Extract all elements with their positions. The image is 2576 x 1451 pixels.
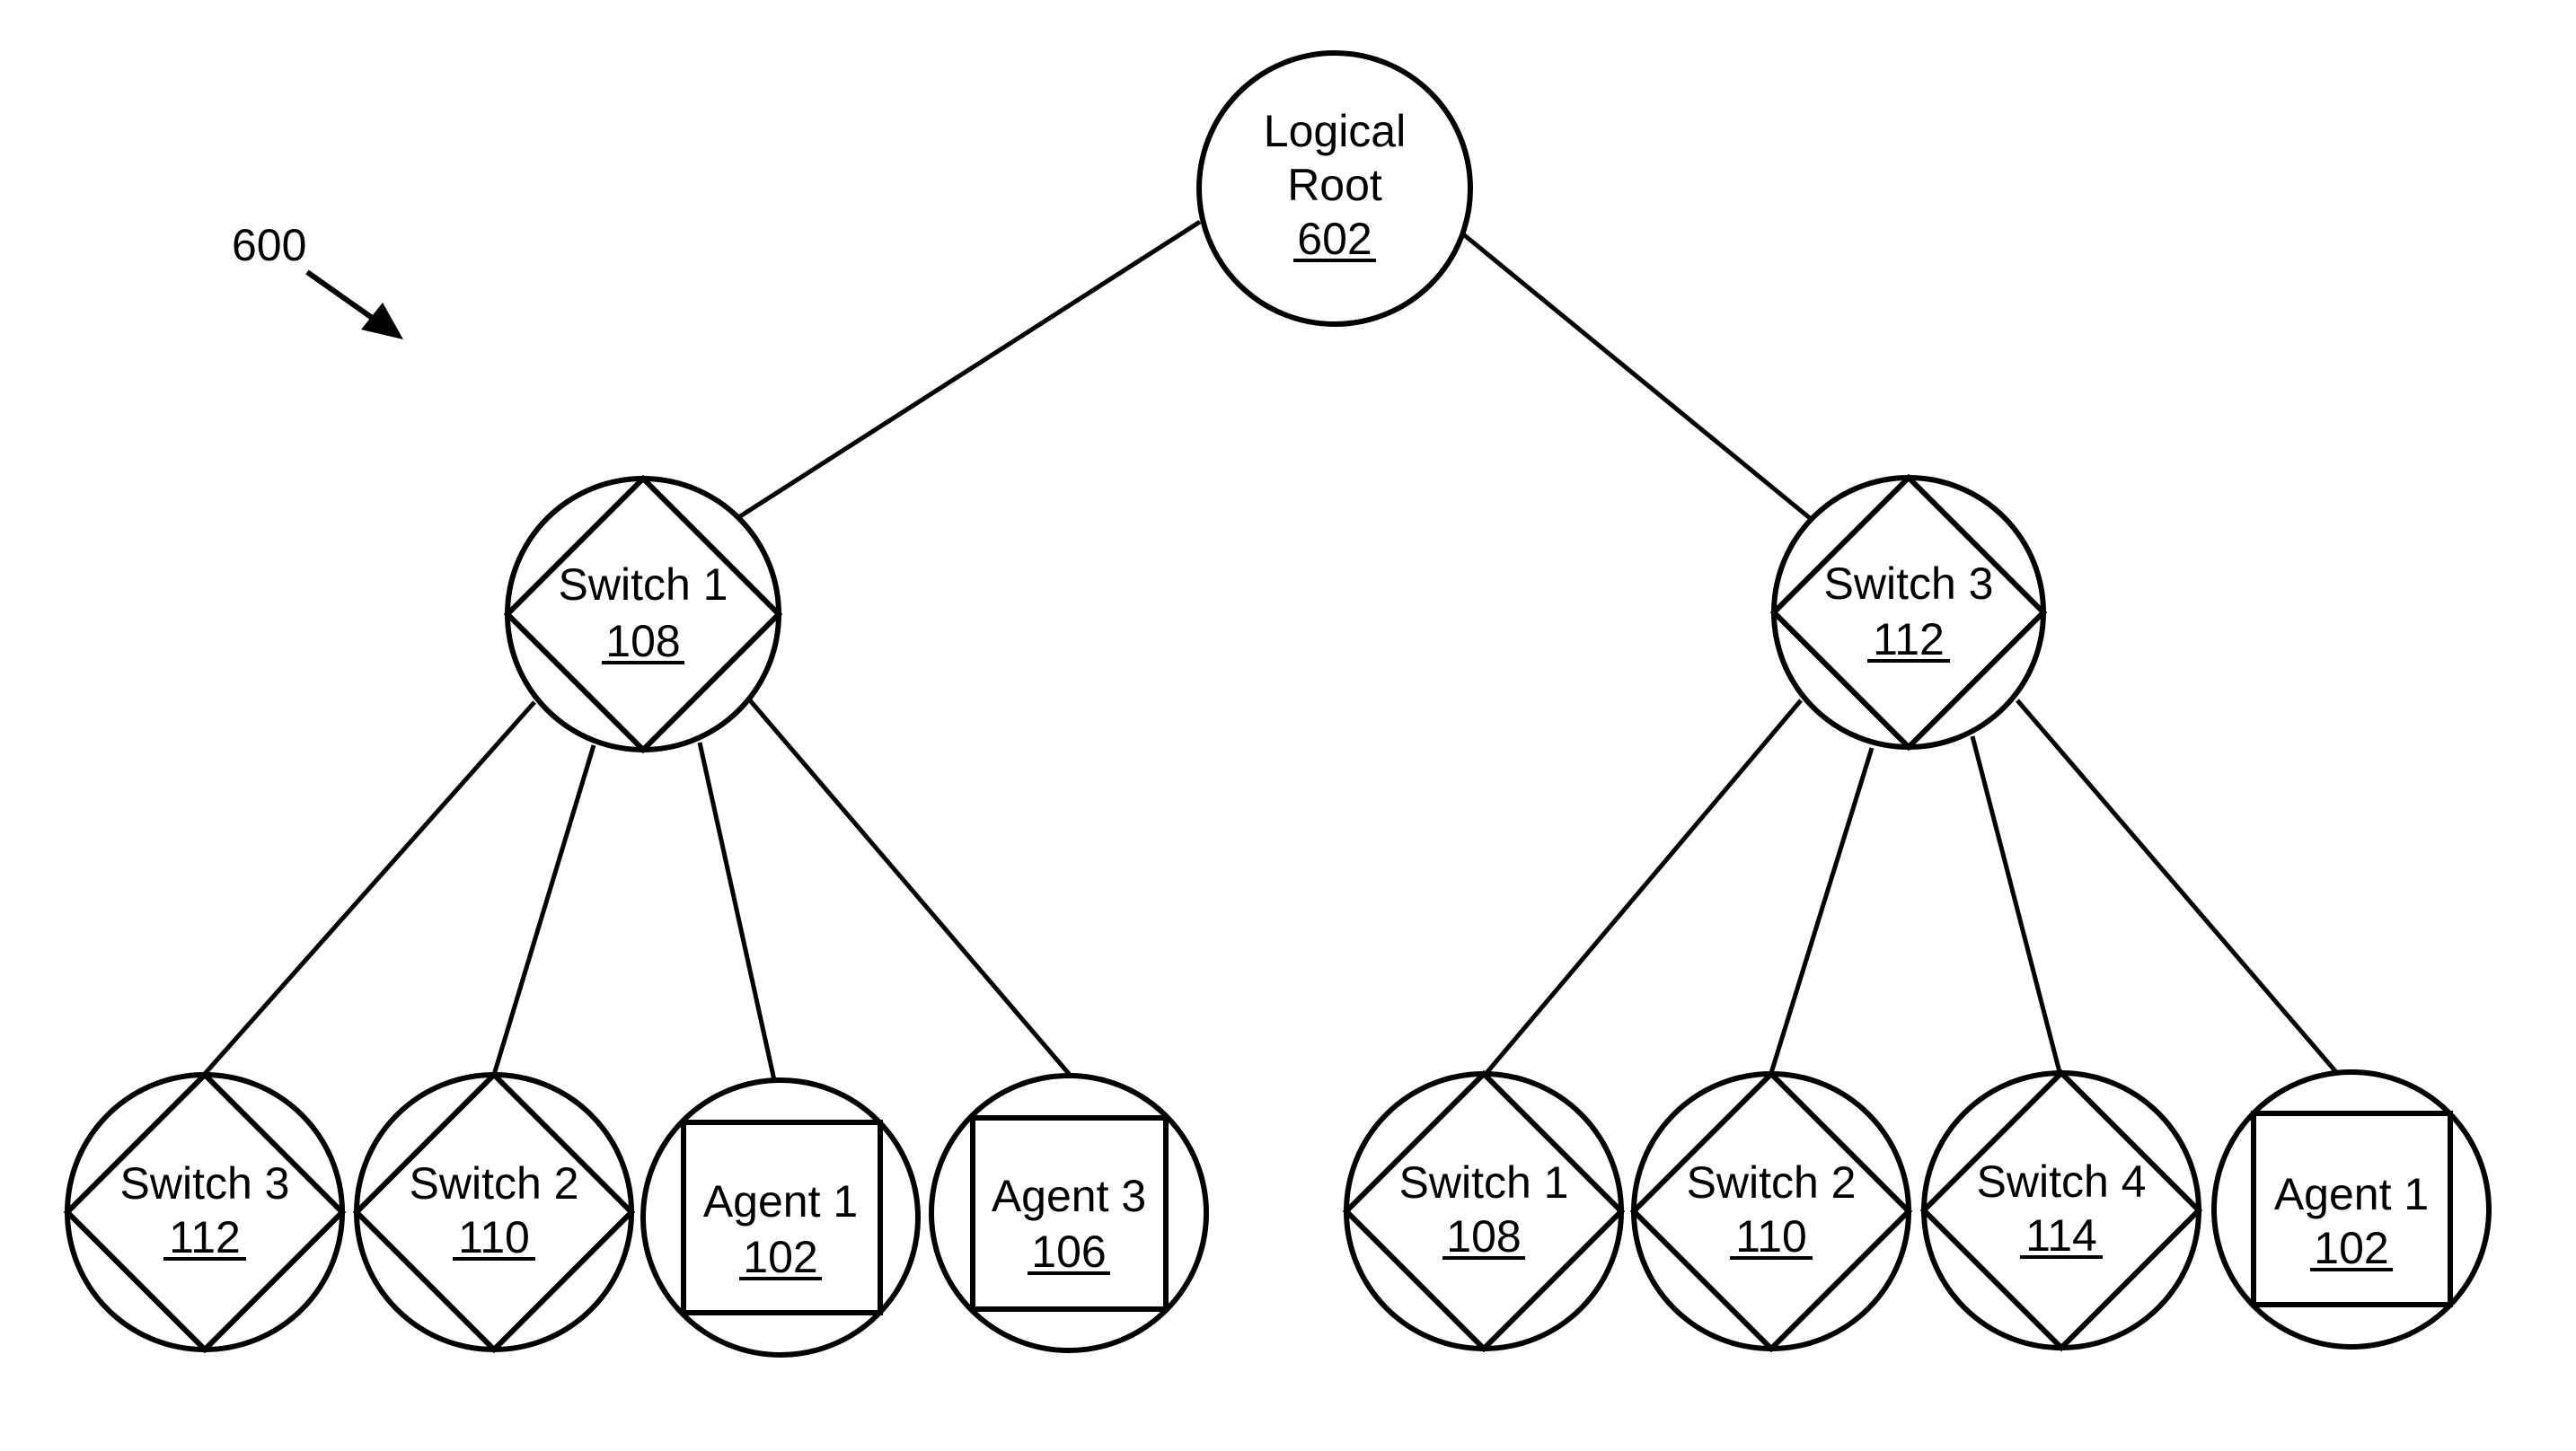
edge-root-to-r-switch3 <box>1460 232 1812 520</box>
figure-number-label: 600 <box>232 220 306 270</box>
node-circle <box>505 476 781 752</box>
edge-r-switch3-to-rr-agent1 <box>2016 699 2338 1074</box>
node-ll-agent1[interactable]: Agent 1102 <box>640 1077 921 1358</box>
node-rr-switch1[interactable]: Switch 1108 <box>1342 1069 1626 1353</box>
node-name-label: Switch 3 <box>120 1158 290 1209</box>
node-name-label: Root <box>1287 160 1382 210</box>
node-ref-number: 108 <box>605 616 680 666</box>
node-ref-number: 102 <box>2314 1223 2388 1273</box>
node-root[interactable]: LogicalRoot602 <box>1196 50 1473 327</box>
edge-l-switch1-to-ll-agent3 <box>748 699 1072 1077</box>
edge-l-switch1-to-ll-agent1 <box>697 742 777 1081</box>
arrow-head-icon <box>361 303 403 339</box>
node-name-label: Agent 1 <box>703 1176 858 1227</box>
node-rr-switch2[interactable]: Switch 2110 <box>1629 1069 1913 1353</box>
node-ll-agent3[interactable]: Agent 3 106 <box>929 1073 1209 1353</box>
node-ref-number: 102 <box>743 1232 817 1282</box>
tree-diagram: LogicalRoot602Switch 1108Switch 3112Swit… <box>63 50 2492 1358</box>
node-name-label: Switch 1 <box>1399 1157 1569 1208</box>
node-name-label: Agent 1 <box>2274 1169 2429 1219</box>
node-ll-switch3[interactable]: Switch 3112 <box>63 1070 347 1354</box>
edge-r-switch3-to-rr-switch2 <box>1769 747 1875 1074</box>
node-ref-number: 110 <box>458 1212 530 1262</box>
node-rr-switch4[interactable]: Switch 4114 <box>1919 1068 2203 1352</box>
node-circle <box>1771 475 2046 750</box>
node-name-label: Switch 2 <box>410 1158 579 1209</box>
node-ref-number: 112 <box>169 1212 241 1262</box>
node-name-label: Switch 4 <box>1977 1156 2147 1207</box>
edge-r-switch3-to-rr-switch1 <box>1485 699 1803 1075</box>
node-name-label: Switch 1 <box>559 559 728 610</box>
nodes-layer: LogicalRoot602Switch 1108Switch 3112Swit… <box>63 50 2492 1358</box>
node-ref-number: 602 <box>1297 214 1372 264</box>
edge-r-switch3-to-rr-switch4 <box>1970 735 2062 1073</box>
node-ref-number: 108 <box>1446 1211 1521 1262</box>
node-ll-switch2[interactable]: Switch 2110 <box>352 1070 636 1354</box>
node-name-label: Agent 3 <box>992 1171 1146 1221</box>
node-rr-agent1[interactable]: Agent 1102 <box>2211 1069 2492 1350</box>
node-name-label: Switch 2 <box>1687 1157 1857 1208</box>
edge-l-switch1-to-ll-switch3 <box>202 700 536 1077</box>
node-ref-number: 106 <box>1031 1227 1106 1277</box>
node-name-label: Switch 3 <box>1824 558 1994 609</box>
node-r-switch3[interactable]: Switch 3112 <box>1769 473 2048 752</box>
node-name-label: Logical <box>1264 106 1406 156</box>
node-ref-number: 112 <box>1873 614 1945 664</box>
figure-reference: 600 <box>232 220 403 339</box>
edge-l-switch1-to-ll-switch2 <box>491 744 596 1076</box>
figure-pointer-arrow-line <box>305 269 379 324</box>
node-ref-number: 110 <box>1735 1211 1807 1262</box>
node-ref-number: 114 <box>2025 1210 2097 1261</box>
node-l-switch1[interactable]: Switch 1 108 <box>503 474 783 754</box>
edge-root-to-l-switch1 <box>738 219 1202 519</box>
